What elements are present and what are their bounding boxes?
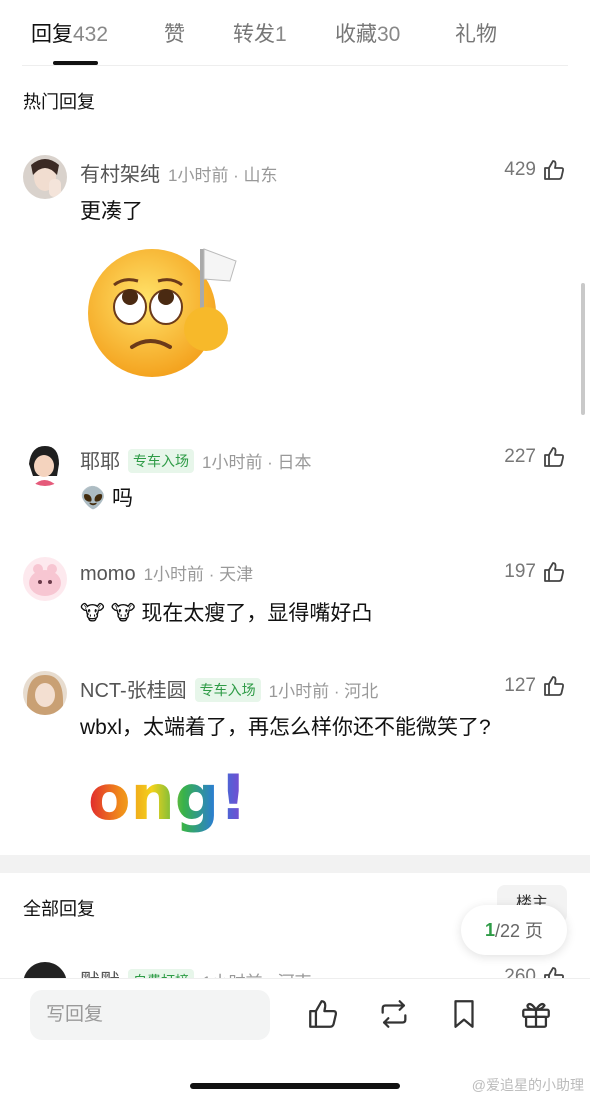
like-count: 127 <box>504 675 536 696</box>
tab-favorites[interactable]: 收藏30 <box>335 18 400 48</box>
sticker-white-flag-face <box>84 243 239 383</box>
like-count: 429 <box>504 159 536 180</box>
avatar[interactable] <box>23 442 67 486</box>
hot-replies-title: 热门回复 <box>23 92 95 112</box>
comment-meta: 1小时前 · 河北 <box>268 682 379 701</box>
comment-author[interactable]: 耶耶 专车入场 1小时前 · 日本 <box>80 445 312 475</box>
tab-likes[interactable]: 赞 <box>164 18 185 48</box>
comment-text: 更凑了 <box>80 200 143 223</box>
repost-button[interactable] <box>377 997 413 1033</box>
comment-meta: 1小时前 · 天津 <box>143 565 254 584</box>
total-pages: /22 页 <box>494 921 544 941</box>
tab-count: 432 <box>73 23 109 46</box>
badge: 专车入场 <box>194 678 261 702</box>
bookmark-button[interactable] <box>447 997 483 1033</box>
current-page: 1 <box>484 919 495 940</box>
tab-label: 转发 <box>233 23 275 46</box>
comment-meta: 1小时前 · 日本 <box>202 453 312 472</box>
author-name[interactable]: NCT-张桂圆 <box>80 680 187 702</box>
like-button[interactable]: 227 <box>504 445 566 469</box>
comment-meta: 1小时前 · 山东 <box>168 166 278 185</box>
comment-tabs: 回复432 赞 转发1 收藏30 礼物 <box>0 0 590 66</box>
thumb-up-icon <box>544 562 564 582</box>
author-name[interactable]: 有村架纯 <box>80 164 160 186</box>
comment-author[interactable]: 有村架纯 1小时前 · 山东 <box>80 158 278 187</box>
thumb-up-icon <box>309 1000 338 1028</box>
like-button[interactable]: 429 <box>504 158 566 182</box>
tab-label: 赞 <box>164 23 185 46</box>
comment-author[interactable]: momo 1小时前 · 天津 <box>80 560 253 586</box>
like-count: 197 <box>504 561 536 582</box>
tab-reposts[interactable]: 转发1 <box>233 18 287 48</box>
tab-count: 30 <box>377 23 401 46</box>
avatar[interactable] <box>23 557 67 601</box>
like-action-button[interactable] <box>306 997 342 1033</box>
like-count: 227 <box>504 446 536 467</box>
gift-icon <box>522 1002 550 1028</box>
tab-label: 礼物 <box>455 23 497 46</box>
badge: 专车入场 <box>128 449 194 473</box>
tab-label: 收藏 <box>335 23 377 46</box>
reply-input[interactable]: 写回复 <box>30 990 270 1040</box>
page-indicator[interactable]: 1/22 页 <box>461 905 567 955</box>
comment-author[interactable]: NCT-张桂圆 专车入场 1小时前 · 河北 <box>80 674 378 704</box>
divider <box>22 65 568 66</box>
section-divider <box>0 855 590 873</box>
sticker-text: ong! <box>88 761 246 833</box>
home-indicator[interactable] <box>190 1083 400 1089</box>
gift-button[interactable] <box>519 997 555 1033</box>
comment-text: wbxl，太端着了，再怎么样你还不能微笑了? <box>80 716 491 739</box>
watermark: @爱追星的小助理 <box>471 1077 584 1093</box>
thumb-up-icon <box>544 447 564 467</box>
bookmark-icon <box>454 1000 474 1028</box>
tab-gifts[interactable]: 礼物 <box>455 18 497 48</box>
thumb-up-icon <box>544 160 564 180</box>
all-replies-title: 全部回复 <box>23 899 95 919</box>
like-button[interactable]: 197 <box>504 560 566 584</box>
avatar[interactable] <box>23 155 67 199</box>
comment-text: 👽 吗 <box>80 487 133 510</box>
tab-replies[interactable]: 回复432 <box>31 18 108 48</box>
tab-label: 回复 <box>31 23 73 46</box>
tab-count: 1 <box>275 23 287 46</box>
scrollbar[interactable] <box>581 283 585 415</box>
like-button[interactable]: 127 <box>504 674 566 698</box>
sticker-ong: ong! <box>86 759 247 834</box>
comment-text: 🐮 🐮 现在太瘦了，显得嘴好凸 <box>80 602 373 625</box>
author-name[interactable]: momo <box>80 563 136 585</box>
avatar[interactable] <box>23 671 67 715</box>
repost-icon <box>381 1000 407 1028</box>
author-name[interactable]: 耶耶 <box>80 451 120 473</box>
thumb-up-icon <box>544 676 564 696</box>
